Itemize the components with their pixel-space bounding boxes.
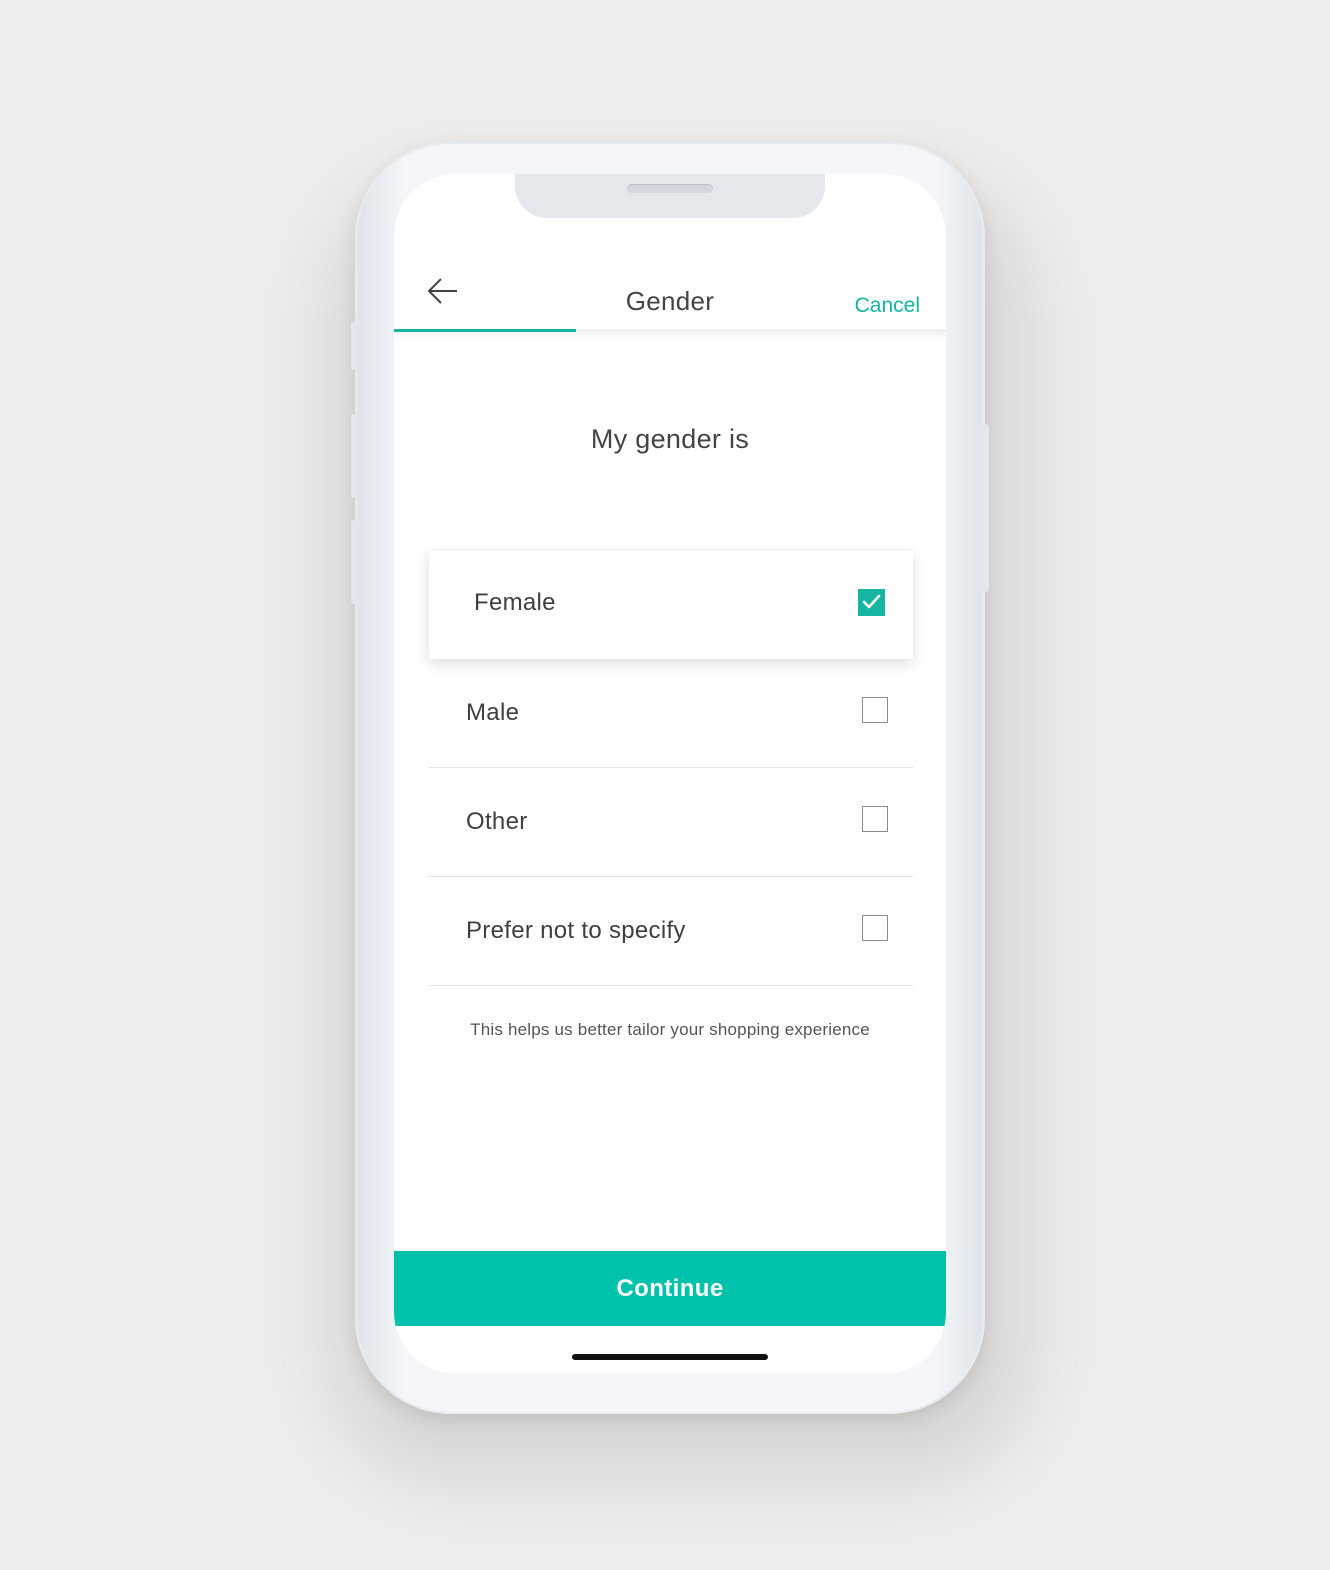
checkbox[interactable]	[862, 806, 888, 832]
power-button	[983, 424, 989, 592]
mute-switch	[351, 322, 357, 370]
check-icon	[862, 594, 881, 609]
option-label: Female	[474, 589, 556, 616]
option-label: Other	[466, 808, 528, 835]
nav-header: Gender Cancel	[394, 234, 946, 332]
volume-up-button	[351, 414, 357, 498]
option-label: Male	[466, 699, 520, 726]
helper-text: This helps us better tailor your shoppin…	[470, 1020, 870, 1039]
stage: Gender Cancel My gender is Female Male O…	[0, 0, 1330, 1570]
checkbox-checked[interactable]	[858, 589, 885, 616]
continue-button[interactable]: Continue	[394, 1251, 946, 1326]
gender-options: Female Male Other Prefer not to specify	[429, 551, 913, 986]
notch	[515, 174, 825, 218]
checkbox[interactable]	[862, 697, 888, 723]
option-female[interactable]: Female	[429, 551, 913, 659]
speaker-grille	[627, 184, 713, 193]
phone-screen: Gender Cancel My gender is Female Male O…	[394, 174, 946, 1374]
volume-down-button	[351, 520, 357, 604]
option-label: Prefer not to specify	[466, 917, 686, 944]
progress-fill	[394, 329, 577, 332]
phone-frame: Gender Cancel My gender is Female Male O…	[351, 142, 989, 1414]
cancel-button[interactable]: Cancel	[855, 294, 920, 318]
option-prefer-not-to-specify[interactable]: Prefer not to specify	[429, 877, 913, 986]
checkbox[interactable]	[862, 915, 888, 941]
home-indicator	[572, 1354, 768, 1360]
option-male[interactable]: Male	[429, 659, 913, 768]
question-heading: My gender is	[590, 424, 750, 454]
progress-bar	[394, 329, 946, 332]
option-other[interactable]: Other	[429, 768, 913, 877]
